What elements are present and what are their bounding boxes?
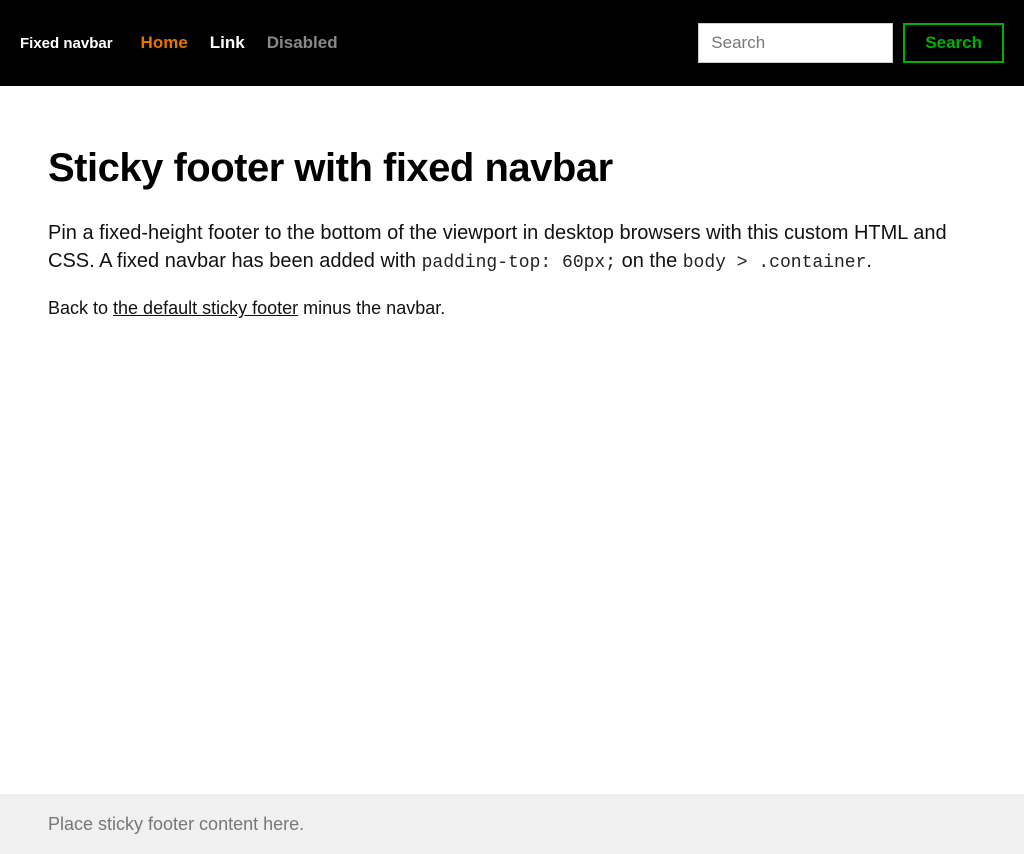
page-title: Sticky footer with fixed navbar [48,146,976,191]
lead-paragraph: Pin a fixed-height footer to the bottom … [48,219,976,276]
search-button[interactable]: Search [903,23,1004,63]
lead-text-2: on the [616,250,683,272]
search-input[interactable] [698,23,893,63]
footer: Place sticky footer content here. [0,794,1024,854]
lead-text-3: . [866,250,872,272]
footer-text: Place sticky footer content here. [48,814,304,835]
navbar-brand[interactable]: Fixed navbar [20,35,113,52]
navbar: Fixed navbar Home Link Disabled Search [0,0,1024,86]
code-padding: padding-top: 60px; [422,253,616,273]
nav-link-link[interactable]: Link [210,33,245,53]
back-before: Back to [48,298,113,318]
nav-links: Home Link Disabled [141,33,338,53]
code-selector: body > .container [683,253,867,273]
nav-link-disabled: Disabled [267,33,338,53]
back-link[interactable]: the default sticky footer [113,298,298,318]
back-after: minus the navbar. [298,298,445,318]
back-line: Back to the default sticky footer minus … [48,298,976,319]
main-container: Sticky footer with fixed navbar Pin a fi… [0,86,1024,319]
nav-link-home[interactable]: Home [141,33,188,53]
